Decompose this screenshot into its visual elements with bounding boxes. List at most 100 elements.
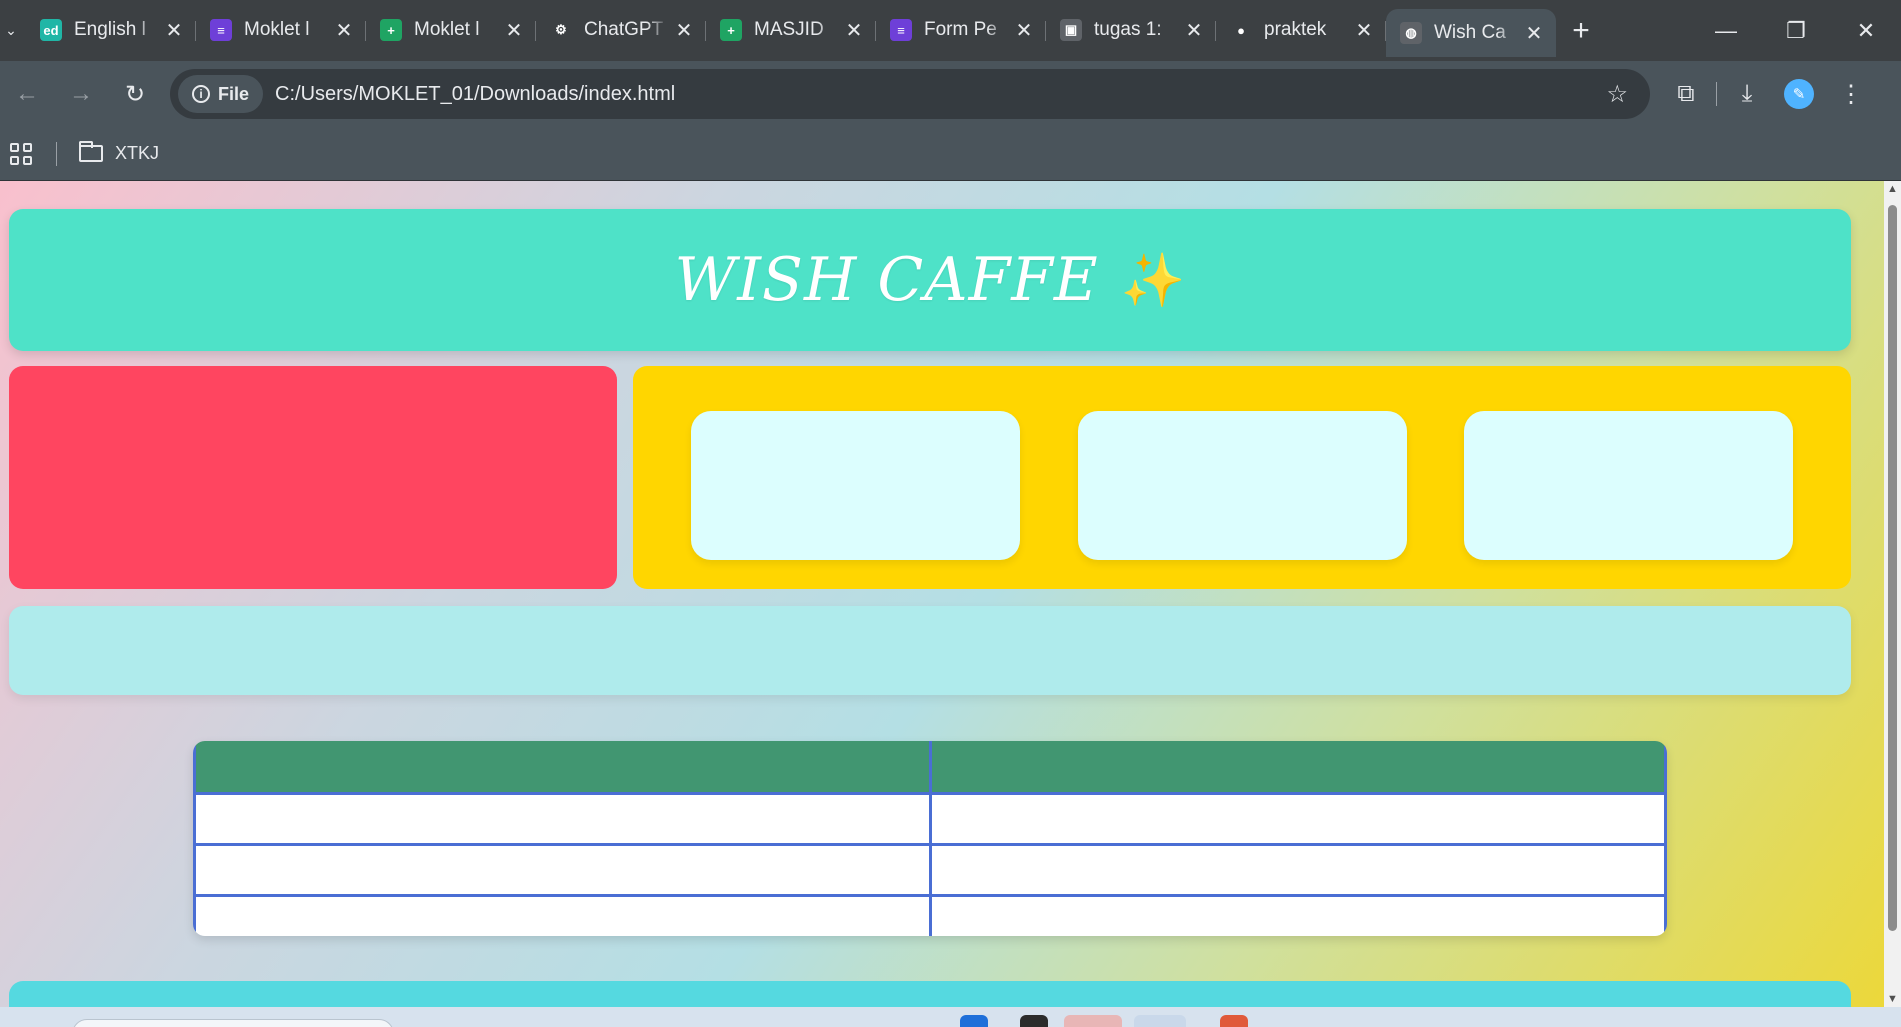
back-button[interactable]: ←: [0, 67, 54, 121]
extensions-icon[interactable]: ⧉: [1660, 68, 1712, 120]
tab-3[interactable]: + Moklet l ✕: [366, 10, 536, 50]
address-bar[interactable]: i File C:/Users/MOKLET_01/Downloads/inde…: [170, 69, 1650, 119]
table-cell: [928, 792, 1667, 846]
github-icon: ●: [1230, 19, 1252, 41]
avatar: ✎: [1784, 79, 1814, 109]
reload-button[interactable]: ↻: [108, 67, 162, 121]
scroll-up-arrow-icon[interactable]: ▲: [1884, 183, 1901, 195]
bookmarks-divider: [56, 141, 57, 166]
tab-8[interactable]: ● praktek ✕: [1216, 10, 1386, 50]
taskbar-app-icon[interactable]: [1134, 1015, 1186, 1027]
tab-title: English l: [74, 19, 146, 40]
site-info-chip[interactable]: i File: [178, 75, 264, 113]
tab-5[interactable]: + MASJID ✕: [706, 10, 876, 50]
forward-button[interactable]: →: [54, 67, 108, 121]
menu-table: [193, 741, 1667, 936]
page-header: WISH CAFFE ✨: [9, 209, 1851, 351]
taskbar-app-icon[interactable]: [960, 1015, 988, 1027]
tab-title: ChatGPT: [584, 19, 664, 40]
tab-close-icon[interactable]: ✕: [1524, 21, 1544, 46]
table-cell: [928, 843, 1667, 897]
site-info-label: File: [218, 83, 250, 104]
tab-title: praktek: [1264, 19, 1327, 40]
page-viewport: WISH CAFFE ✨: [0, 181, 1884, 1007]
table-header-cell: [193, 741, 932, 795]
right-panel: [633, 366, 1851, 589]
os-taskbar: [0, 1007, 1901, 1027]
taskbar-app-icon[interactable]: [1220, 1015, 1248, 1027]
bookmarks-bar: XTKJ: [0, 127, 1901, 181]
tab-title: Moklet l: [244, 19, 310, 40]
tab-9[interactable]: ◍ Wish Ca ✕: [1386, 9, 1556, 57]
bookmark-label: XTKJ: [115, 143, 160, 163]
sheets-icon: +: [720, 19, 742, 41]
classroom-icon: ▣: [1060, 19, 1082, 41]
tab-close-icon[interactable]: ✕: [164, 18, 184, 43]
forms-icon: ≡: [890, 19, 912, 41]
tab-title: Moklet l: [414, 19, 480, 40]
folder-icon: [79, 141, 103, 162]
tab-list: ed English l ✕ ≡ Moklet l ✕ + Moklet l ✕ ⚙ ChatGPT…: [26, 0, 1556, 61]
page-footer: [9, 981, 1851, 1007]
url-text[interactable]: C:/Users/MOKLET_01/Downloads/index.html: [275, 83, 675, 106]
menu-kebab-icon[interactable]: ⋮: [1825, 68, 1877, 120]
scroll-down-arrow-icon[interactable]: ▼: [1884, 993, 1901, 1005]
scrollbar-thumb[interactable]: [1888, 205, 1897, 931]
forms-icon: ≡: [210, 19, 232, 41]
menu-card-1: [691, 411, 1020, 560]
tab-close-icon[interactable]: ✕: [674, 18, 694, 43]
minimize-button[interactable]: —: [1691, 0, 1761, 61]
table-row: [193, 792, 1667, 846]
toolbar-divider: [1716, 82, 1717, 106]
tab-title: Wish Ca: [1434, 22, 1506, 43]
table-cell: [193, 894, 932, 936]
openai-icon: ⚙: [550, 19, 572, 41]
ed-icon: ed: [40, 19, 62, 41]
tab-close-icon[interactable]: ✕: [334, 18, 354, 43]
window-controls: — ❐ ✕: [1691, 0, 1901, 61]
tab-search-chevron-icon[interactable]: ⌄: [0, 11, 26, 51]
apps-grid-icon[interactable]: [10, 142, 32, 165]
globe-icon: ◍: [1400, 22, 1422, 44]
browser-toolbar: ← → ↻ i File C:/Users/MOKLET_01/Download…: [0, 61, 1901, 127]
tab-7[interactable]: ▣ tugas 1: ✕: [1046, 10, 1216, 50]
table-row: [193, 843, 1667, 897]
tab-title: Form Pe: [924, 19, 997, 40]
table-cell: [928, 894, 1667, 936]
tab-close-icon[interactable]: ✕: [1014, 18, 1034, 43]
tab-close-icon[interactable]: ✕: [504, 18, 524, 43]
tab-close-icon[interactable]: ✕: [844, 18, 864, 43]
info-icon: i: [192, 85, 210, 103]
tab-title: MASJID: [754, 19, 824, 40]
table-cell: [193, 843, 932, 897]
sheets-icon: +: [380, 19, 402, 41]
profile-button[interactable]: ✎: [1773, 68, 1825, 120]
toolbar-actions: ⧉ ⤓ ✎ ⋮: [1660, 68, 1877, 120]
tab-title: tugas 1:: [1094, 19, 1162, 40]
taskbar-search-input[interactable]: [72, 1019, 394, 1027]
page-scrollbar[interactable]: ▲ ▼: [1884, 181, 1901, 1007]
info-strip: [9, 606, 1851, 695]
tab-6[interactable]: ≡ Form Pe ✕: [876, 10, 1046, 50]
tab-close-icon[interactable]: ✕: [1354, 18, 1374, 43]
download-icon[interactable]: ⤓: [1721, 68, 1773, 120]
table-cell: [193, 792, 932, 846]
table-header-row: [193, 741, 1667, 795]
bookmark-folder-xtkj[interactable]: XTKJ: [79, 141, 160, 164]
sparkle-icon: ✨: [1120, 251, 1186, 310]
close-window-button[interactable]: ✕: [1831, 0, 1901, 61]
taskbar-app-icon[interactable]: [1020, 1015, 1048, 1027]
tab-4[interactable]: ⚙ ChatGPT ✕: [536, 10, 706, 50]
tab-strip: ⌄ ed English l ✕ ≡ Moklet l ✕ + Moklet l ✕ ⚙ ChatG…: [0, 0, 1901, 61]
menu-card-2: [1078, 411, 1407, 560]
restore-button[interactable]: ❐: [1761, 0, 1831, 61]
left-panel: [9, 366, 617, 589]
table-header-cell: [928, 741, 1667, 795]
tab-1[interactable]: ed English l ✕: [26, 10, 196, 50]
menu-card-3: [1464, 411, 1793, 560]
tab-close-icon[interactable]: ✕: [1184, 18, 1204, 43]
bookmark-star-icon[interactable]: ☆: [1606, 80, 1628, 109]
taskbar-app-icon[interactable]: [1064, 1015, 1122, 1027]
tab-2[interactable]: ≡ Moklet l ✕: [196, 10, 366, 50]
new-tab-button[interactable]: +: [1556, 14, 1606, 48]
